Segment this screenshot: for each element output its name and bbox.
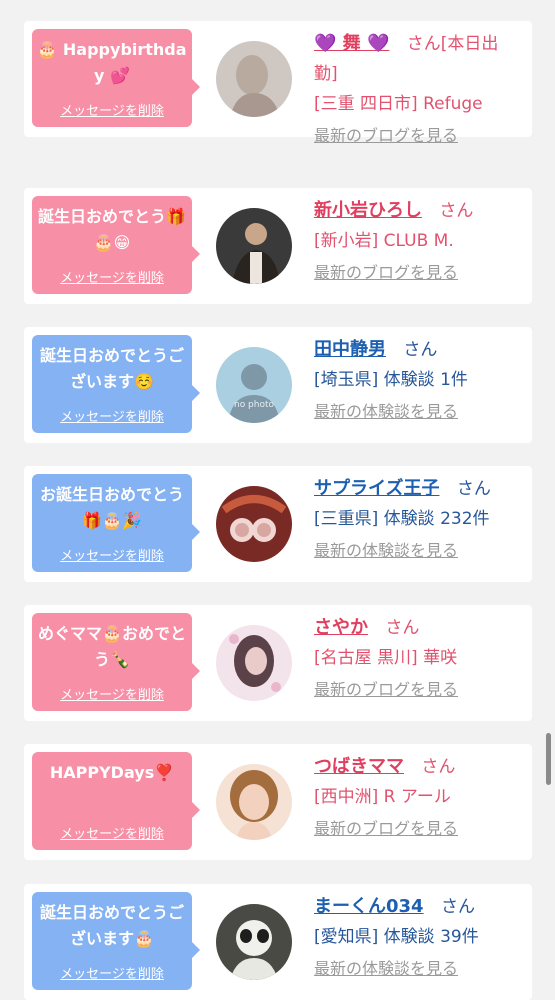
user-name-link[interactable]: 田中静男 — [314, 339, 386, 360]
message-text: めぐママ🎂おめでとう🍾 — [38, 624, 186, 669]
delete-message-link[interactable]: メッセージを削除 — [32, 684, 192, 703]
scrollbar-thumb[interactable] — [546, 733, 551, 785]
name-line: 田中静男 さん — [314, 335, 520, 365]
user-info: つばきママ さん [西中洲] R アール 最新のブログを見る — [314, 752, 520, 844]
user-info: サプライズ王子 さん [三重県] 体験談 232件 最新の体験談を見る — [314, 474, 520, 566]
user-name-link[interactable]: まーくん034 — [314, 896, 424, 917]
message-card: 🎂 Happybirthday 💕 メッセージを削除 💜 舞 💜 さん[本日出勤… — [24, 21, 532, 145]
latest-post-link[interactable]: 最新のブログを見る — [314, 121, 520, 151]
user-name-link[interactable]: つばきママ — [314, 756, 404, 777]
delete-message-link[interactable]: メッセージを削除 — [32, 823, 192, 842]
avatar[interactable] — [216, 41, 292, 117]
message-bubble: 誕生日おめでとうございます☺️ メッセージを削除 — [32, 335, 200, 433]
message-card: HAPPYDays❣️ メッセージを削除 つばきママ さん [西中洲] R アー… — [24, 744, 532, 860]
honorific: さん — [385, 618, 420, 638]
delete-message-link[interactable]: メッセージを削除 — [32, 963, 192, 982]
message-bubble: めぐママ🎂おめでとう🍾 メッセージを削除 — [32, 613, 200, 711]
delete-message-link[interactable]: メッセージを削除 — [32, 406, 192, 425]
avatar[interactable] — [216, 486, 292, 562]
name-line: サプライズ王子 さん — [314, 474, 520, 504]
birthday-message-list: 🎂 Happybirthday 💕 メッセージを削除 💜 舞 💜 さん[本日出勤… — [0, 0, 555, 1000]
message-text: 誕生日おめでとう🎁🎂😁 — [38, 207, 186, 252]
message-card: めぐママ🎂おめでとう🍾 メッセージを削除 さやか さん [名古屋 黒川] 華咲 … — [24, 605, 532, 721]
avatar[interactable] — [216, 208, 292, 284]
message-text: 誕生日おめでとうございます☺️ — [39, 346, 184, 391]
message-bubble: 🎂 Happybirthday 💕 メッセージを削除 — [32, 29, 200, 127]
message-bubble: HAPPYDays❣️ メッセージを削除 — [32, 752, 200, 850]
user-detail: [愛知県] 体験談 39件 — [314, 927, 479, 947]
message-bubble: 誕生日おめでとうございます🎂 メッセージを削除 — [32, 892, 200, 990]
honorific: さん — [440, 897, 475, 917]
message-card: 誕生日おめでとうございます☺️ メッセージを削除 no photo 田中静男 さ… — [24, 327, 532, 443]
user-info: まーくん034 さん [愛知県] 体験談 39件 最新の体験談を見る — [314, 892, 520, 984]
honorific: さん — [439, 201, 474, 221]
message-card: 誕生日おめでとうございます🎂 メッセージを削除 まーくん034 さん [愛知県]… — [24, 884, 532, 1000]
user-detail: [名古屋 黒川] 華咲 — [314, 648, 458, 668]
user-detail: [新小岩] CLUB M. — [314, 231, 454, 251]
honorific: さん — [456, 479, 491, 499]
avatar[interactable] — [216, 904, 292, 980]
name-line: さやか さん — [314, 613, 520, 643]
honorific: さん — [403, 340, 438, 360]
latest-post-link[interactable]: 最新の体験談を見る — [314, 397, 520, 427]
avatar[interactable] — [216, 625, 292, 701]
delete-message-link[interactable]: メッセージを削除 — [32, 267, 192, 286]
latest-post-link[interactable]: 最新のブログを見る — [314, 675, 520, 705]
user-name-link[interactable]: サプライズ王子 — [314, 478, 439, 499]
user-name-link[interactable]: 💜 舞 💜 — [314, 33, 389, 54]
delete-message-link[interactable]: メッセージを削除 — [32, 545, 192, 564]
honorific: さん — [406, 34, 441, 54]
name-line: 💜 舞 💜 さん[本日出勤] — [314, 29, 520, 89]
no-photo-text: no photo — [234, 400, 275, 410]
message-bubble: お誕生日おめでとう🎁🎂🎉 メッセージを削除 — [32, 474, 200, 572]
user-name-link[interactable]: さやか — [314, 617, 368, 638]
message-card: お誕生日おめでとう🎁🎂🎉 メッセージを削除 サプライズ王子 さん [三重県] 体… — [24, 466, 532, 582]
latest-post-link[interactable]: 最新のブログを見る — [314, 258, 520, 288]
name-line: 新小岩ひろし さん — [314, 196, 520, 226]
user-info: 新小岩ひろし さん [新小岩] CLUB M. 最新のブログを見る — [314, 196, 520, 288]
name-line: つばきママ さん — [314, 752, 520, 782]
message-bubble: 誕生日おめでとう🎁🎂😁 メッセージを削除 — [32, 196, 200, 294]
message-text: HAPPYDays❣️ — [49, 763, 175, 782]
user-info: 田中静男 さん [埼玉県] 体験談 1件 最新の体験談を見る — [314, 335, 520, 427]
user-detail: [西中洲] R アール — [314, 787, 451, 807]
latest-post-link[interactable]: 最新のブログを見る — [314, 814, 520, 844]
user-detail: [三重県] 体験談 232件 — [314, 509, 490, 529]
message-card: 誕生日おめでとう🎁🎂😁 メッセージを削除 新小岩ひろし さん [新小岩] CLU… — [24, 188, 532, 304]
avatar[interactable]: no photo — [216, 347, 292, 423]
user-name-link[interactable]: 新小岩ひろし — [314, 200, 422, 221]
user-info: 💜 舞 💜 さん[本日出勤] [三重 四日市] Refuge 最新のブログを見る — [314, 29, 520, 151]
honorific: さん — [421, 757, 456, 777]
latest-post-link[interactable]: 最新の体験談を見る — [314, 536, 520, 566]
user-detail: [三重 四日市] Refuge — [314, 94, 483, 114]
user-detail: [埼玉県] 体験談 1件 — [314, 370, 468, 390]
delete-message-link[interactable]: メッセージを削除 — [32, 100, 192, 119]
message-text: 誕生日おめでとうございます🎂 — [39, 903, 184, 948]
name-line: まーくん034 さん — [314, 892, 520, 922]
message-text: お誕生日おめでとう🎁🎂🎉 — [39, 485, 184, 530]
user-info: さやか さん [名古屋 黒川] 華咲 最新のブログを見る — [314, 613, 520, 705]
avatar[interactable] — [216, 764, 292, 840]
latest-post-link[interactable]: 最新の体験談を見る — [314, 954, 520, 984]
message-text: 🎂 Happybirthday 💕 — [37, 40, 187, 85]
